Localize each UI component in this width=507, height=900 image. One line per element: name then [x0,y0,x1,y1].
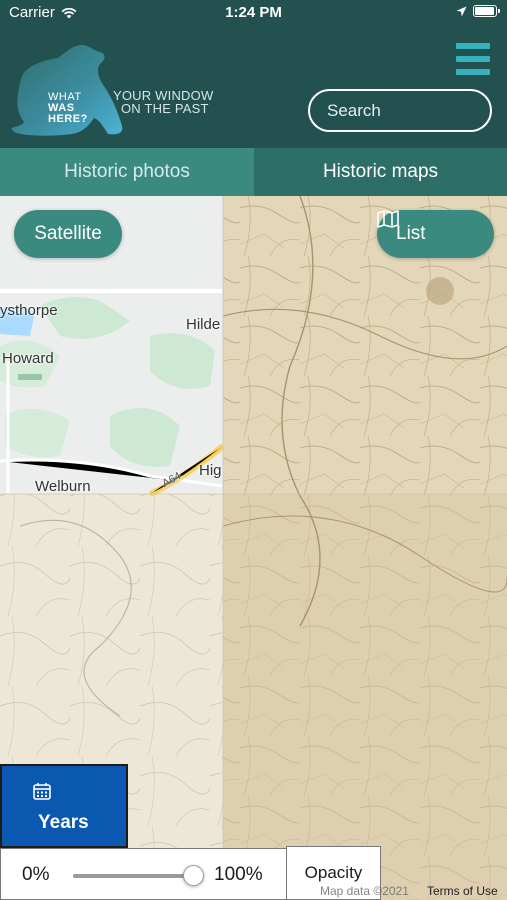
place-label: Hig [199,462,222,479]
battery-fill [475,7,494,15]
place-label: Hilde [186,316,221,333]
slider-fill [73,874,193,878]
years-button[interactable]: Years [0,764,128,848]
years-label: Years [38,812,89,833]
search-placeholder: Search [327,100,381,120]
search-input[interactable]: Search [308,89,492,132]
tab-label: Historic photos [64,161,190,182]
app-logo[interactable]: WHAT WAS HERE? [8,42,128,138]
place-label: Welburn [35,478,91,495]
place-label: Howard [2,350,54,367]
opacity-button-label: Opacity [304,863,363,882]
historic-map-tile-right-dark [223,494,507,900]
status-time: 1:24 PM [225,4,282,21]
opacity-min-label: 0% [22,864,50,885]
list-label: List [396,223,426,244]
status-right [456,5,500,17]
map-attribution: Map data ©2021 [320,884,409,898]
opacity-control: 0% 100% [0,848,287,900]
menu-bar [456,43,490,49]
opacity-max-label: 100% [214,864,263,885]
tagline-line-2: ON THE PAST [121,101,209,116]
tagline: YOUR WINDOW ON THE PAST [113,89,213,115]
tab-bar: Historic photos Historic maps [0,148,507,196]
slider-thumb[interactable] [183,865,204,886]
map-view[interactable]: ysthorpe Hilde Howard Welburn Hig A64 Sa… [0,196,507,900]
location-arrow-icon [456,6,467,16]
satellite-button[interactable]: Satellite [14,210,122,258]
hamburger-menu-icon[interactable] [456,42,490,76]
menu-bar [456,56,490,62]
logo-wordmark: WHAT WAS HERE? [48,92,88,125]
status-bar: Carrier 1:24 PM [0,0,507,26]
list-button[interactable]: List [377,210,494,258]
battery-icon [473,5,500,17]
satellite-label: Satellite [34,223,102,244]
app-header: WHAT WAS HERE? YOUR WINDOW ON THE PAST S… [0,26,507,148]
calendar-icon [33,783,51,800]
map-icon [377,210,399,228]
tab-label: Historic maps [322,161,439,182]
opacity-slider[interactable] [73,865,204,886]
menu-bar [456,69,490,75]
tab-historic-maps[interactable]: Historic maps [254,148,507,196]
place-label: ysthorpe [0,302,58,319]
app-screen: Carrier 1:24 PM WHAT WAS HERE? YOUR WIND… [0,0,507,900]
tab-historic-photos[interactable]: Historic photos [0,148,254,196]
logo-line-here: HERE? [48,113,88,125]
terms-of-use-link[interactable]: Terms of Use [427,884,498,898]
